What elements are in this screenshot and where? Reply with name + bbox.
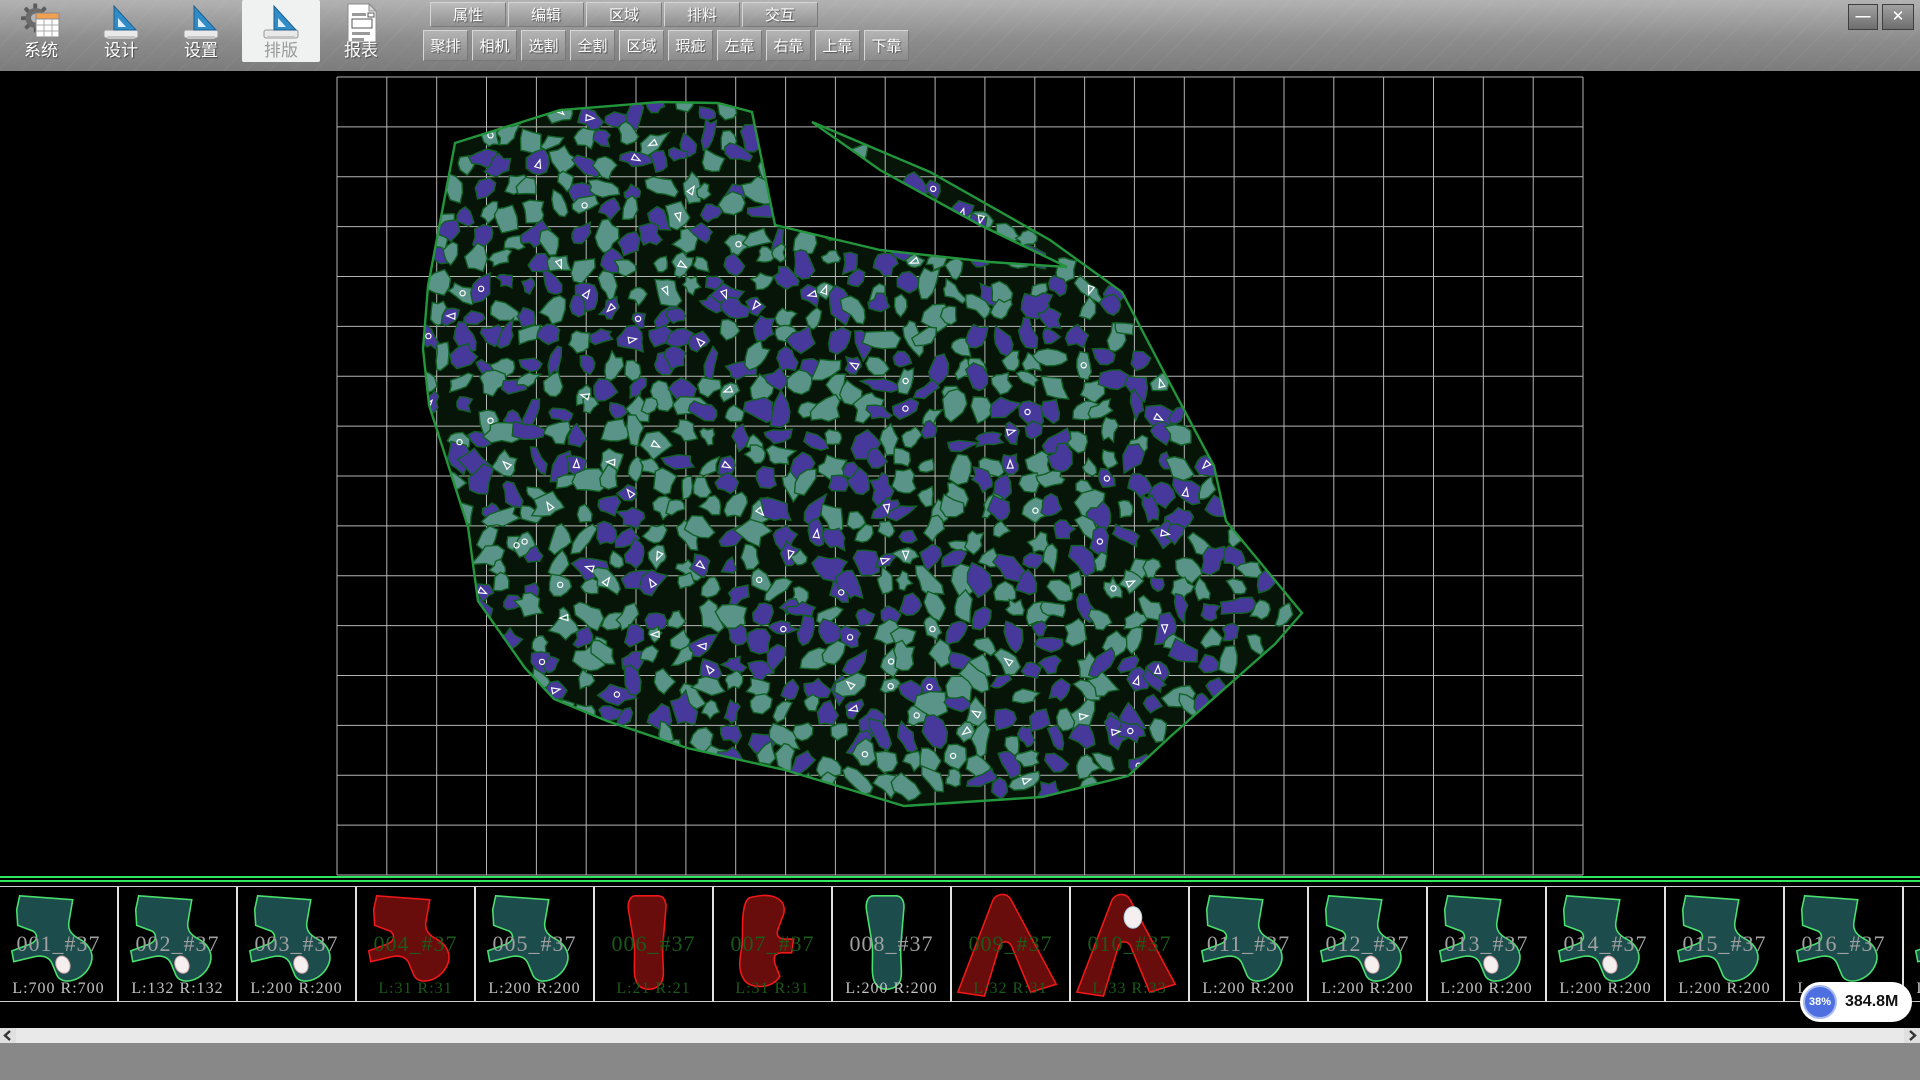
piece-thumbnail-strip: 001_#37 L:700 R:700 002_#37 L:132 R:132 … [0,886,1920,1002]
thumbnail-cell-007_#37[interactable]: 007_#37 L:31 R:31 [714,887,833,1001]
piece-lr-count-label: L:200 R:200 [476,980,593,998]
thumbnail-cell-005_#37[interactable]: 005_#37 L:200 R:200 [476,887,595,1001]
piece-name-label: 005_#37 [476,931,593,957]
toolbar-button-settings-ruler[interactable]: 设置 [162,0,240,62]
toolbar-button-label: 系统 [2,36,80,61]
piece-name-label: 010_#37 [1071,931,1188,957]
status-badge: 38% 384.8M [1800,982,1912,1022]
scroll-left-button[interactable] [0,1028,16,1043]
action-button-4[interactable]: 区域 [619,30,664,61]
piece-lr-count-label: L:200 R:200 [833,980,950,998]
menu-tab-2[interactable]: 区域 [586,2,662,27]
piece-name-label: 011_#37 [1190,931,1307,957]
minimize-button[interactable]: — [1848,4,1878,30]
piece-name-label: 014_#37 [1547,931,1664,957]
thumbnail-cell-008_#37[interactable]: 008_#37 L:200 R:200 [833,887,952,1001]
piece-lr-count-label: L:31 R:31 [357,980,474,998]
piece-name-label: 015_#37 [1666,931,1783,957]
thumbnail-cell-013_#37[interactable]: 013_#37 L:200 R:200 [1428,887,1547,1001]
piece-lr-count-label: L:33 R:33 [1071,980,1188,998]
thumbnail-cell-006_#37[interactable]: 006_#37 L:21 R:21 [595,887,714,1001]
thumbnail-cell-001_#37[interactable]: 001_#37 L:700 R:700 [0,887,119,1001]
piece-lr-count-label: L:200 R:200 [1666,980,1783,998]
horizontal-scrollbar[interactable] [0,1028,1920,1043]
action-button-2[interactable]: 选割 [521,30,566,61]
thumbnail-cell-009_#37[interactable]: 009_#37 L:32 R:31 [952,887,1071,1001]
piece-name-label: 007_#37 [714,931,831,957]
thumbnail-cell-012_#37[interactable]: 012_#37 L:200 R:200 [1309,887,1428,1001]
piece-name-label: 004_#37 [357,931,474,957]
thumbnail-cell-017_#37[interactable]: 017_#37 L:200 R:200 [1904,887,1920,1001]
scroll-right-button[interactable] [1904,1028,1920,1043]
piece-name-label: 006_#37 [595,931,712,957]
piece-lr-count-label: L:32 R:31 [952,980,1069,998]
toolbar-button-nesting-ruler[interactable]: 排版 [242,0,320,62]
status-bar [0,1043,1920,1080]
thumbnail-cell-003_#37[interactable]: 003_#37 L:200 R:200 [238,887,357,1001]
application-window: 系统 设计 设置 排版 [0,0,1920,1080]
action-button-1[interactable]: 相机 [472,30,517,61]
chevron-right-icon [1904,1028,1920,1043]
piece-lr-count-label: L:200 R:200 [1309,980,1426,998]
thumbnail-cell-004_#37[interactable]: 004_#37 L:31 R:31 [357,887,476,1001]
piece-lr-count-label: L:31 R:31 [714,980,831,998]
piece-name-label: 017_#37 [1904,931,1920,957]
chevron-left-icon [0,1028,16,1043]
toolbar-button-design-ruler[interactable]: 设计 [82,0,160,62]
progress-circle: 38% [1803,985,1837,1019]
piece-lr-count-label: L:21 R:21 [595,980,712,998]
piece-name-label: 013_#37 [1428,931,1545,957]
menu-tab-0[interactable]: 属性 [430,2,506,27]
menu-tab-4[interactable]: 交互 [742,2,818,27]
toolbar-button-label: 设计 [82,36,160,61]
action-button-0[interactable]: 聚排 [423,30,468,61]
piece-name-label: 012_#37 [1309,931,1426,957]
menu-tab-3[interactable]: 排料 [664,2,740,27]
main-toolbar: 系统 设计 设置 排版 [0,0,1920,71]
strip-separator-line [0,876,1920,884]
toolbar-button-label: 设置 [162,36,240,61]
piece-name-label: 002_#37 [119,931,236,957]
piece-name-label: 003_#37 [238,931,355,957]
piece-lr-count-label: L:200 R:200 [1428,980,1545,998]
memory-usage-label: 384.8M [1845,993,1898,1011]
piece-name-label: 016_#37 [1785,931,1902,957]
action-button-8[interactable]: 上靠 [815,30,860,61]
thumbnail-cell-014_#37[interactable]: 014_#37 L:200 R:200 [1547,887,1666,1001]
thumbnail-cell-010_#37[interactable]: 010_#37 L:33 R:33 [1071,887,1190,1001]
piece-lr-count-label: L:200 R:200 [1547,980,1664,998]
piece-lr-count-label: L:200 R:200 [238,980,355,998]
action-button-7[interactable]: 右靠 [766,30,811,61]
nesting-canvas[interactable] [0,71,1920,886]
toolbar-button-label: 报表 [322,36,400,61]
piece-name-label: 001_#37 [0,931,117,957]
piece-lr-count-label: L:700 R:700 [0,980,117,998]
piece-name-label: 008_#37 [833,931,950,957]
thumbnail-cell-011_#37[interactable]: 011_#37 L:200 R:200 [1190,887,1309,1001]
close-button[interactable]: ✕ [1882,4,1914,30]
thumbnail-cell-015_#37[interactable]: 015_#37 L:200 R:200 [1666,887,1785,1001]
toolbar-button-label: 排版 [242,36,320,61]
action-button-5[interactable]: 瑕疵 [668,30,713,61]
action-button-9[interactable]: 下靠 [864,30,909,61]
action-button-6[interactable]: 左靠 [717,30,762,61]
toolbar-button-report[interactable]: 报表 [322,0,400,62]
piece-name-label: 009_#37 [952,931,1069,957]
toolbar-button-system-gear[interactable]: 系统 [2,0,80,62]
thumbnail-cell-002_#37[interactable]: 002_#37 L:132 R:132 [119,887,238,1001]
piece-lr-count-label: L:200 R:200 [1190,980,1307,998]
piece-lr-count-label: L:132 R:132 [119,980,236,998]
menu-tab-1[interactable]: 编辑 [508,2,584,27]
action-button-3[interactable]: 全割 [570,30,615,61]
